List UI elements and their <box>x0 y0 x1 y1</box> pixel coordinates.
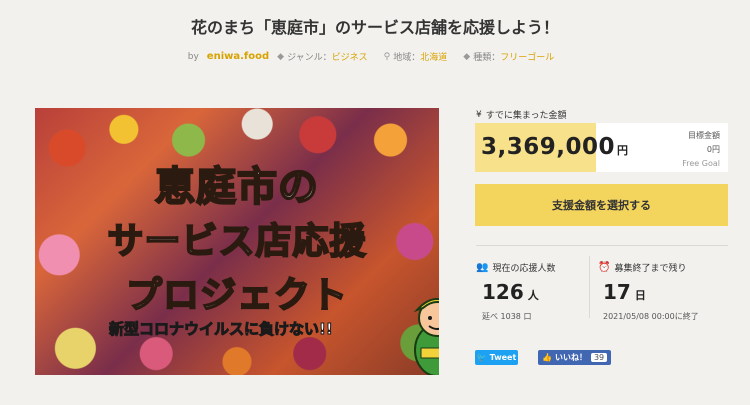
stats-vertical-divider <box>589 256 590 318</box>
like-count: 39 <box>590 353 608 362</box>
remaining-label: ⏰ 募集終了まで残り <box>598 262 687 274</box>
map-pin-icon: ⚲ <box>383 51 391 62</box>
goal-value: 0円 <box>706 145 720 154</box>
goal-info: 目標金額 0円 Free Goal <box>682 129 720 171</box>
thumbs-up-icon: 👍 <box>542 353 552 362</box>
supporters-total: 延べ 1038 口 <box>482 312 532 321</box>
funding-amount: 3,369,000 円 <box>481 134 629 160</box>
genre-label: ジャンル： <box>287 53 332 63</box>
funding-amount-value: 3,369,000 <box>481 134 615 160</box>
remaining-value: 17 <box>603 280 631 304</box>
hero-line-1: 恵庭市の <box>154 163 319 211</box>
owner-link[interactable]: eniwa.food <box>207 51 269 62</box>
genre-meta: ◆ ジャンル： ビジネス <box>277 50 368 64</box>
supporters-count: 126 人 <box>482 280 539 304</box>
goal-label: 目標金額 <box>688 131 720 140</box>
supporters-value: 126 <box>482 280 524 304</box>
type-meta: ◆ 種類： フリーゴール <box>463 50 554 64</box>
by-label: by <box>187 51 199 62</box>
remaining-unit: 日 <box>634 289 646 302</box>
hero-line-3: プロジェクト <box>125 274 348 317</box>
region-link[interactable]: 北海道 <box>420 50 447 63</box>
stats-divider <box>476 245 728 246</box>
people-icon: 👥 <box>476 262 489 273</box>
clock-icon: ⏰ <box>598 262 611 273</box>
page-title: 花のまち「恵庭市」のサービス店舗を応援しよう！ <box>190 18 559 37</box>
select-support-amount-button[interactable]: 支援金額を選択する <box>475 184 728 226</box>
funding-box: 3,369,000 円 目標金額 0円 Free Goal <box>475 123 728 172</box>
region-meta: ⚲ 地域： 北海道 <box>383 50 448 64</box>
tweet-button[interactable]: 🐦 Tweet <box>475 350 518 365</box>
end-date: 2021/05/08 00:00に終了 <box>603 312 699 321</box>
region-label: 地域： <box>393 53 421 63</box>
funding-label: ¥ すでに集まった金額 <box>476 109 567 122</box>
hero-subtitle: 新型コロナウイルスに負けない!! <box>109 320 334 339</box>
remaining-days: 17 日 <box>603 280 646 304</box>
type-link[interactable]: フリーゴール <box>500 50 554 63</box>
funding-amount-unit: 円 <box>617 144 629 157</box>
goal-type: Free Goal <box>682 159 720 168</box>
project-hero-image: 恵庭市の サービス店応援 プロジェクト 新型コロナウイルスに負けない!! <box>35 108 439 375</box>
supporters-unit: 人 <box>527 289 539 302</box>
hero-line-2: サービス店応援 <box>106 220 367 263</box>
facebook-like-button[interactable]: 👍 いいね！ 39 <box>538 350 612 365</box>
project-meta: by eniwa.food ◆ ジャンル： ビジネス ⚲ 地域： 北海道 ◆ 種… <box>0 50 750 63</box>
type-label: 種類： <box>473 53 501 63</box>
mascot-illustration <box>413 298 439 375</box>
yen-icon: ¥ <box>476 109 482 120</box>
tag-icon: ◆ <box>463 51 471 62</box>
supporters-label: 👥 現在の応援人数 <box>476 262 556 274</box>
twitter-bird-icon: 🐦 <box>476 353 487 362</box>
genre-link[interactable]: ビジネス <box>332 50 368 63</box>
tag-icon: ◆ <box>277 51 285 62</box>
